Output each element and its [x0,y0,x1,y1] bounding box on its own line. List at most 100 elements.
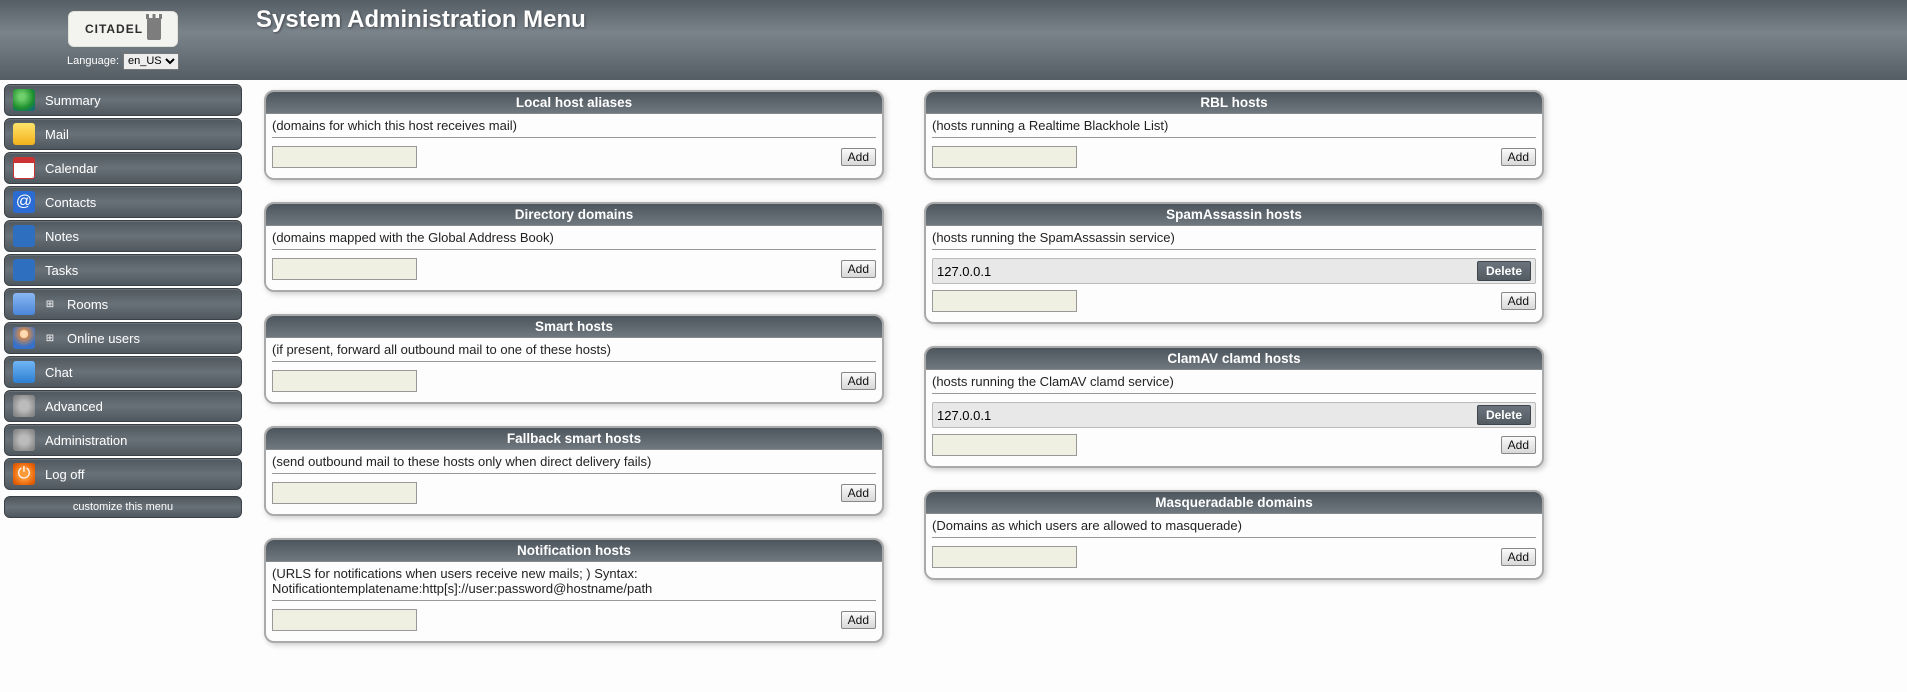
sidebar-item-online-users[interactable]: ⊞Online users [4,322,242,354]
clamav-clamd-hosts-input[interactable] [932,434,1077,456]
panel-description: (if present, forward all outbound mail t… [272,340,876,362]
add-button[interactable]: Add [1501,548,1536,566]
sidebar-item-label: Tasks [45,263,78,278]
sidebar-item-mail[interactable]: Mail [4,118,242,150]
logo-area: CITADEL Language: en_US [0,0,246,80]
panel-spamassassin-hosts: SpamAssassin hosts(hosts running the Spa… [924,202,1544,324]
sidebar-item-advanced[interactable]: Advanced [4,390,242,422]
input-row: Add [932,546,1536,568]
notification-hosts-input[interactable] [272,609,417,631]
panel-header: Local host aliases [266,92,882,114]
input-row: Add [932,434,1536,456]
folder-icon [13,293,35,315]
panel-description: (hosts running a Realtime Blackhole List… [932,116,1536,138]
panel-description: (hosts running the SpamAssassin service) [932,228,1536,250]
panel-body: (Domains as which users are allowed to m… [926,514,1542,578]
left-column: Local host aliases(domains for which thi… [264,90,884,643]
content-area: Local host aliases(domains for which thi… [246,80,1907,653]
language-selector-row: Language: en_US [67,53,179,70]
panel-body: (send outbound mail to these hosts only … [266,450,882,514]
panel-body: (hosts running the ClamAV clamd service)… [926,370,1542,466]
entry-row: 127.0.0.1 Delete [932,258,1536,284]
language-label: Language: [67,55,119,67]
speech-bubble-icon [13,361,35,383]
add-button[interactable]: Add [841,372,876,390]
language-select[interactable]: en_US [123,53,179,70]
delete-button[interactable]: Delete [1477,261,1531,281]
panel-body: (if present, forward all outbound mail t… [266,338,882,402]
add-button[interactable]: Add [841,148,876,166]
add-button[interactable]: Add [1501,148,1536,166]
panel-smart-hosts: Smart hosts(if present, forward all outb… [264,314,884,404]
checklist-icon [13,259,35,281]
gear-icon [13,429,35,451]
customize-menu-button[interactable]: customize this menu [4,496,242,518]
panel-body: (domains mapped with the Global Address … [266,226,882,290]
masqueradable-domains-input[interactable] [932,546,1077,568]
panel-local-host-aliases: Local host aliases(domains for which thi… [264,90,884,180]
expand-icon[interactable]: ⊞ [45,299,55,309]
sidebar-item-label: Administration [45,433,127,448]
entry-value: 127.0.0.1 [937,264,991,279]
entry-value: 127.0.0.1 [937,408,991,423]
panel-header: Smart hosts [266,316,882,338]
calendar-icon [13,157,35,179]
top-bar: CITADEL Language: en_US System Administr… [0,0,1907,80]
smart-hosts-input[interactable] [272,370,417,392]
add-button[interactable]: Add [841,611,876,629]
envelope-icon [13,123,35,145]
entry-row: 127.0.0.1 Delete [932,402,1536,428]
user-icon [13,327,35,349]
app-logo[interactable]: CITADEL [68,11,178,47]
add-button[interactable]: Add [841,484,876,502]
sidebar-item-tasks[interactable]: Tasks [4,254,242,286]
sidebar-item-log-off[interactable]: ⏻ Log off [4,458,242,490]
panel-header: SpamAssassin hosts [926,204,1542,226]
panel-description: (hosts running the ClamAV clamd service) [932,372,1536,394]
panel-description: (Domains as which users are allowed to m… [932,516,1536,538]
panel-body: (hosts running the SpamAssassin service)… [926,226,1542,322]
sidebar-item-label: Mail [45,127,69,142]
panel-description: (send outbound mail to these hosts only … [272,452,876,474]
directory-domains-input[interactable] [272,258,417,280]
sidebar-item-notes[interactable]: Notes [4,220,242,252]
sidebar-item-calendar[interactable]: Calendar [4,152,242,184]
clipboard-icon [13,225,35,247]
power-icon: ⏻ [13,463,35,485]
gear-icon [13,395,35,417]
fallback-smart-hosts-input[interactable] [272,482,417,504]
panel-clamav-clamd-hosts: ClamAV clamd hosts(hosts running the Cla… [924,346,1544,468]
sidebar-item-administration[interactable]: Administration [4,424,242,456]
panel-header: Fallback smart hosts [266,428,882,450]
input-row: Add [272,609,876,631]
delete-button[interactable]: Delete [1477,405,1531,425]
sidebar-item-summary[interactable]: Summary [4,84,242,116]
input-row: Add [272,370,876,392]
sidebar-item-label: Calendar [45,161,98,176]
sidebar-item-contacts[interactable]: @Contacts [4,186,242,218]
input-row: Add [272,146,876,168]
add-button[interactable]: Add [1501,436,1536,454]
local-host-aliases-input[interactable] [272,146,417,168]
sidebar-item-chat[interactable]: Chat [4,356,242,388]
panel-body: (URLS for notifications when users recei… [266,562,882,641]
sidebar-item-label: Chat [45,365,72,380]
panel-notification-hosts: Notification hosts(URLS for notification… [264,538,884,643]
logo-text: CITADEL [85,22,143,36]
rbl-hosts-input[interactable] [932,146,1077,168]
sidebar-item-rooms[interactable]: ⊞Rooms [4,288,242,320]
panel-fallback-smart-hosts: Fallback smart hosts(send outbound mail … [264,426,884,516]
add-button[interactable]: Add [1501,292,1536,310]
panel-directory-domains: Directory domains(domains mapped with th… [264,202,884,292]
sidebar-item-label: Contacts [45,195,96,210]
add-button[interactable]: Add [841,260,876,278]
expand-icon[interactable]: ⊞ [45,333,55,343]
panel-header: RBL hosts [926,92,1542,114]
spamassassin-hosts-input[interactable] [932,290,1077,312]
panel-header: Masqueradable domains [926,492,1542,514]
right-column: RBL hosts(hosts running a Realtime Black… [924,90,1544,580]
panel-description: (domains for which this host receives ma… [272,116,876,138]
sidebar-item-label: Log off [45,467,85,482]
panel-body: (domains for which this host receives ma… [266,114,882,178]
panel-rbl-hosts: RBL hosts(hosts running a Realtime Black… [924,90,1544,180]
